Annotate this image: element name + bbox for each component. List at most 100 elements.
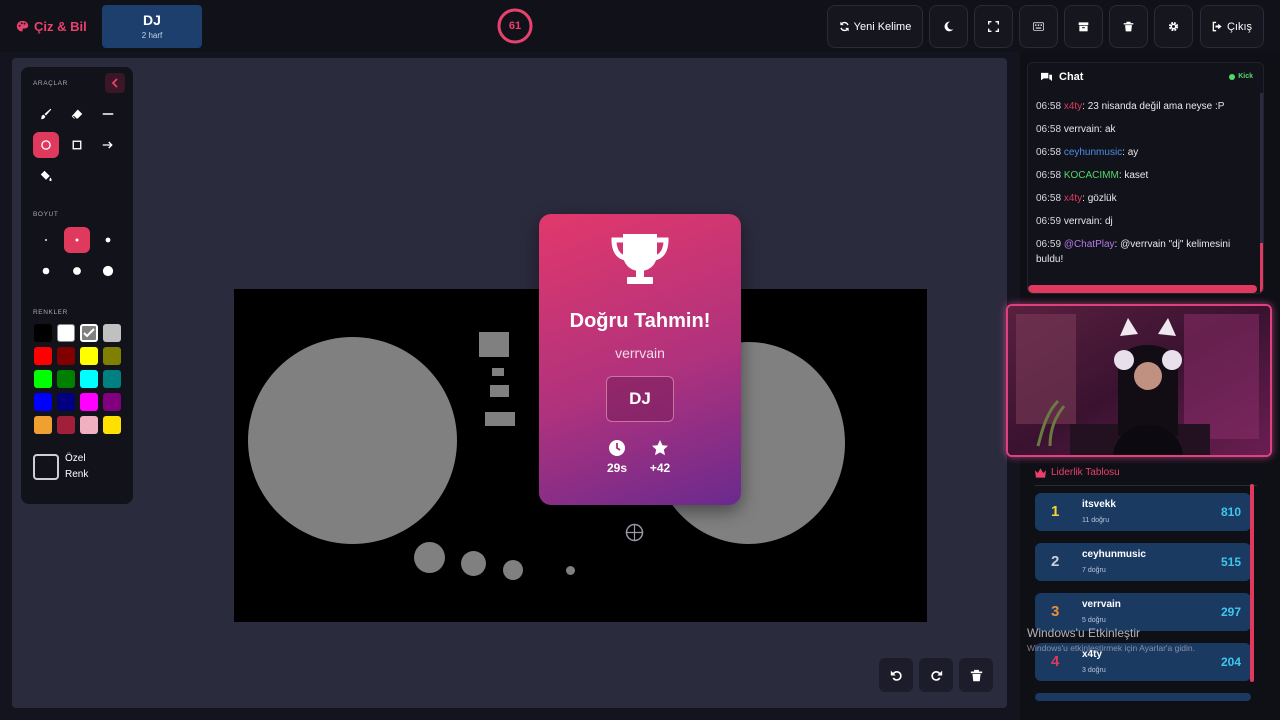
color-swatch[interactable] <box>80 393 98 411</box>
platform-label: Kick <box>1238 73 1253 80</box>
chat-messages[interactable]: 06:58 ceyhunmusic: tv06:58 x4ty: 23 nisa… <box>1036 85 1258 281</box>
chat-message: 06:58 verrvain: ak <box>1036 122 1256 137</box>
rank-number: 3 <box>1051 603 1060 620</box>
circle-icon <box>41 140 51 150</box>
custom-color-button[interactable]: Özel Renk <box>33 447 121 487</box>
size-xl-option[interactable] <box>64 258 90 284</box>
color-swatch[interactable] <box>80 324 98 342</box>
message-user[interactable]: verrvain <box>1064 124 1100 135</box>
message-user[interactable]: KOCACIMM <box>1064 170 1119 181</box>
color-swatch[interactable] <box>34 324 52 342</box>
message-time: 06:58 <box>1036 170 1062 181</box>
settings-button[interactable] <box>1154 5 1193 48</box>
color-swatch[interactable] <box>34 347 52 365</box>
theme-toggle-button[interactable] <box>929 5 968 48</box>
current-word-card: DJ 2 harf <box>102 5 202 48</box>
rank-number: 2 <box>1051 553 1060 570</box>
arrow-tool[interactable] <box>95 132 121 158</box>
message-time: 06:59 <box>1036 239 1062 250</box>
chat-header: Chat Kick <box>1028 63 1263 91</box>
message-user[interactable]: x4ty <box>1064 101 1082 112</box>
winner-username: verrvain <box>615 345 665 361</box>
left-turntable-shape <box>248 337 457 544</box>
top-bar: Çiz & Bil DJ 2 harf 61 Yeni Kelime Çıkış <box>0 0 1280 52</box>
watermark-title: Windows'u Etkinleştir <box>1027 626 1140 640</box>
message-user[interactable]: @ChatPlay <box>1064 239 1115 250</box>
knob-shape <box>461 551 486 576</box>
circle-tool[interactable] <box>33 132 59 158</box>
new-word-button[interactable]: Yeni Kelime <box>827 5 923 48</box>
chat-scrollbar[interactable] <box>1260 93 1263 293</box>
message-user[interactable]: ceyhunmusic <box>1064 147 1122 158</box>
chat-progress-bar <box>1028 285 1257 293</box>
exit-button[interactable]: Çıkış <box>1200 5 1264 48</box>
delete-button[interactable] <box>1109 5 1148 48</box>
undo-button[interactable] <box>879 658 913 692</box>
color-swatch[interactable] <box>34 370 52 388</box>
fill-tool[interactable] <box>33 163 59 189</box>
color-swatch[interactable] <box>34 416 52 434</box>
comments-icon <box>1041 72 1052 81</box>
crown-icon <box>1035 467 1046 478</box>
color-swatch[interactable] <box>57 370 75 388</box>
chevron-left-icon <box>111 78 118 88</box>
custom-color-swatch[interactable] <box>33 454 59 480</box>
colors-section-title: RENKLER <box>33 309 68 316</box>
color-swatch[interactable] <box>80 416 98 434</box>
size-m-option[interactable] <box>95 227 121 253</box>
color-swatch[interactable] <box>103 393 121 411</box>
size-section-title: BOYUT <box>33 211 59 218</box>
leaderboard-row <box>1035 693 1251 701</box>
correct-count: 3 doğru <box>1082 667 1106 674</box>
correct-count: 11 doğru <box>1082 517 1110 524</box>
color-swatch[interactable] <box>103 324 121 342</box>
undo-icon <box>890 670 902 681</box>
color-swatch[interactable] <box>57 393 75 411</box>
size-s-option[interactable] <box>64 227 90 253</box>
color-swatch[interactable] <box>80 347 98 365</box>
size-xxl-option[interactable] <box>95 258 121 284</box>
gear-icon <box>1168 21 1179 32</box>
guessed-word: DJ <box>606 376 674 422</box>
color-swatch[interactable] <box>80 370 98 388</box>
size-xs-option[interactable] <box>33 227 59 253</box>
color-swatch[interactable] <box>57 416 75 434</box>
leaderboard-row: 1 itsvekk 11 doğru 810 <box>1035 493 1251 531</box>
collapse-panel-button[interactable] <box>105 73 125 93</box>
round-timer: 61 <box>496 7 534 45</box>
dot-icon <box>75 238 79 242</box>
custom-color-label: Renk <box>65 469 89 480</box>
player-name: ceyhunmusic <box>1082 549 1146 560</box>
message-text: : ay <box>1122 147 1139 158</box>
message-user[interactable]: verrvain <box>1064 216 1100 227</box>
brush-tool[interactable] <box>33 101 59 127</box>
redo-button[interactable] <box>919 658 953 692</box>
keyboard-button[interactable] <box>1019 5 1058 48</box>
color-swatch[interactable] <box>103 416 121 434</box>
rectangle-tool[interactable] <box>64 132 90 158</box>
chat-scroll-thumb[interactable] <box>1260 243 1263 293</box>
online-dot-icon <box>1229 73 1236 80</box>
color-swatch[interactable] <box>57 347 75 365</box>
clear-canvas-button[interactable] <box>959 658 993 692</box>
player-score: 810 <box>1220 505 1241 519</box>
line-tool[interactable] <box>95 101 121 127</box>
platform-status: Kick <box>1229 73 1253 80</box>
windows-activation-watermark: Windows'u Etkinleştir Windows'u etkinleş… <box>1027 626 1277 653</box>
size-l-option[interactable] <box>33 258 59 284</box>
color-swatch[interactable] <box>103 370 121 388</box>
brand[interactable]: Çiz & Bil <box>16 16 87 36</box>
message-user[interactable]: x4ty <box>1064 193 1082 204</box>
color-swatch[interactable] <box>57 324 75 342</box>
message-time: 06:58 <box>1036 193 1062 204</box>
message-text: : 23 nisanda değil ama neyse :P <box>1082 101 1225 112</box>
dot-icon <box>105 237 111 243</box>
leaderboard-title: Liderlik Tablosu <box>1051 467 1120 478</box>
color-swatch[interactable] <box>34 393 52 411</box>
custom-color-label: Özel <box>65 453 86 464</box>
color-swatch[interactable] <box>103 347 121 365</box>
time-stat: 29s <box>597 439 637 475</box>
eraser-tool[interactable] <box>64 101 90 127</box>
archive-button[interactable] <box>1064 5 1103 48</box>
fullscreen-button[interactable] <box>974 5 1013 48</box>
